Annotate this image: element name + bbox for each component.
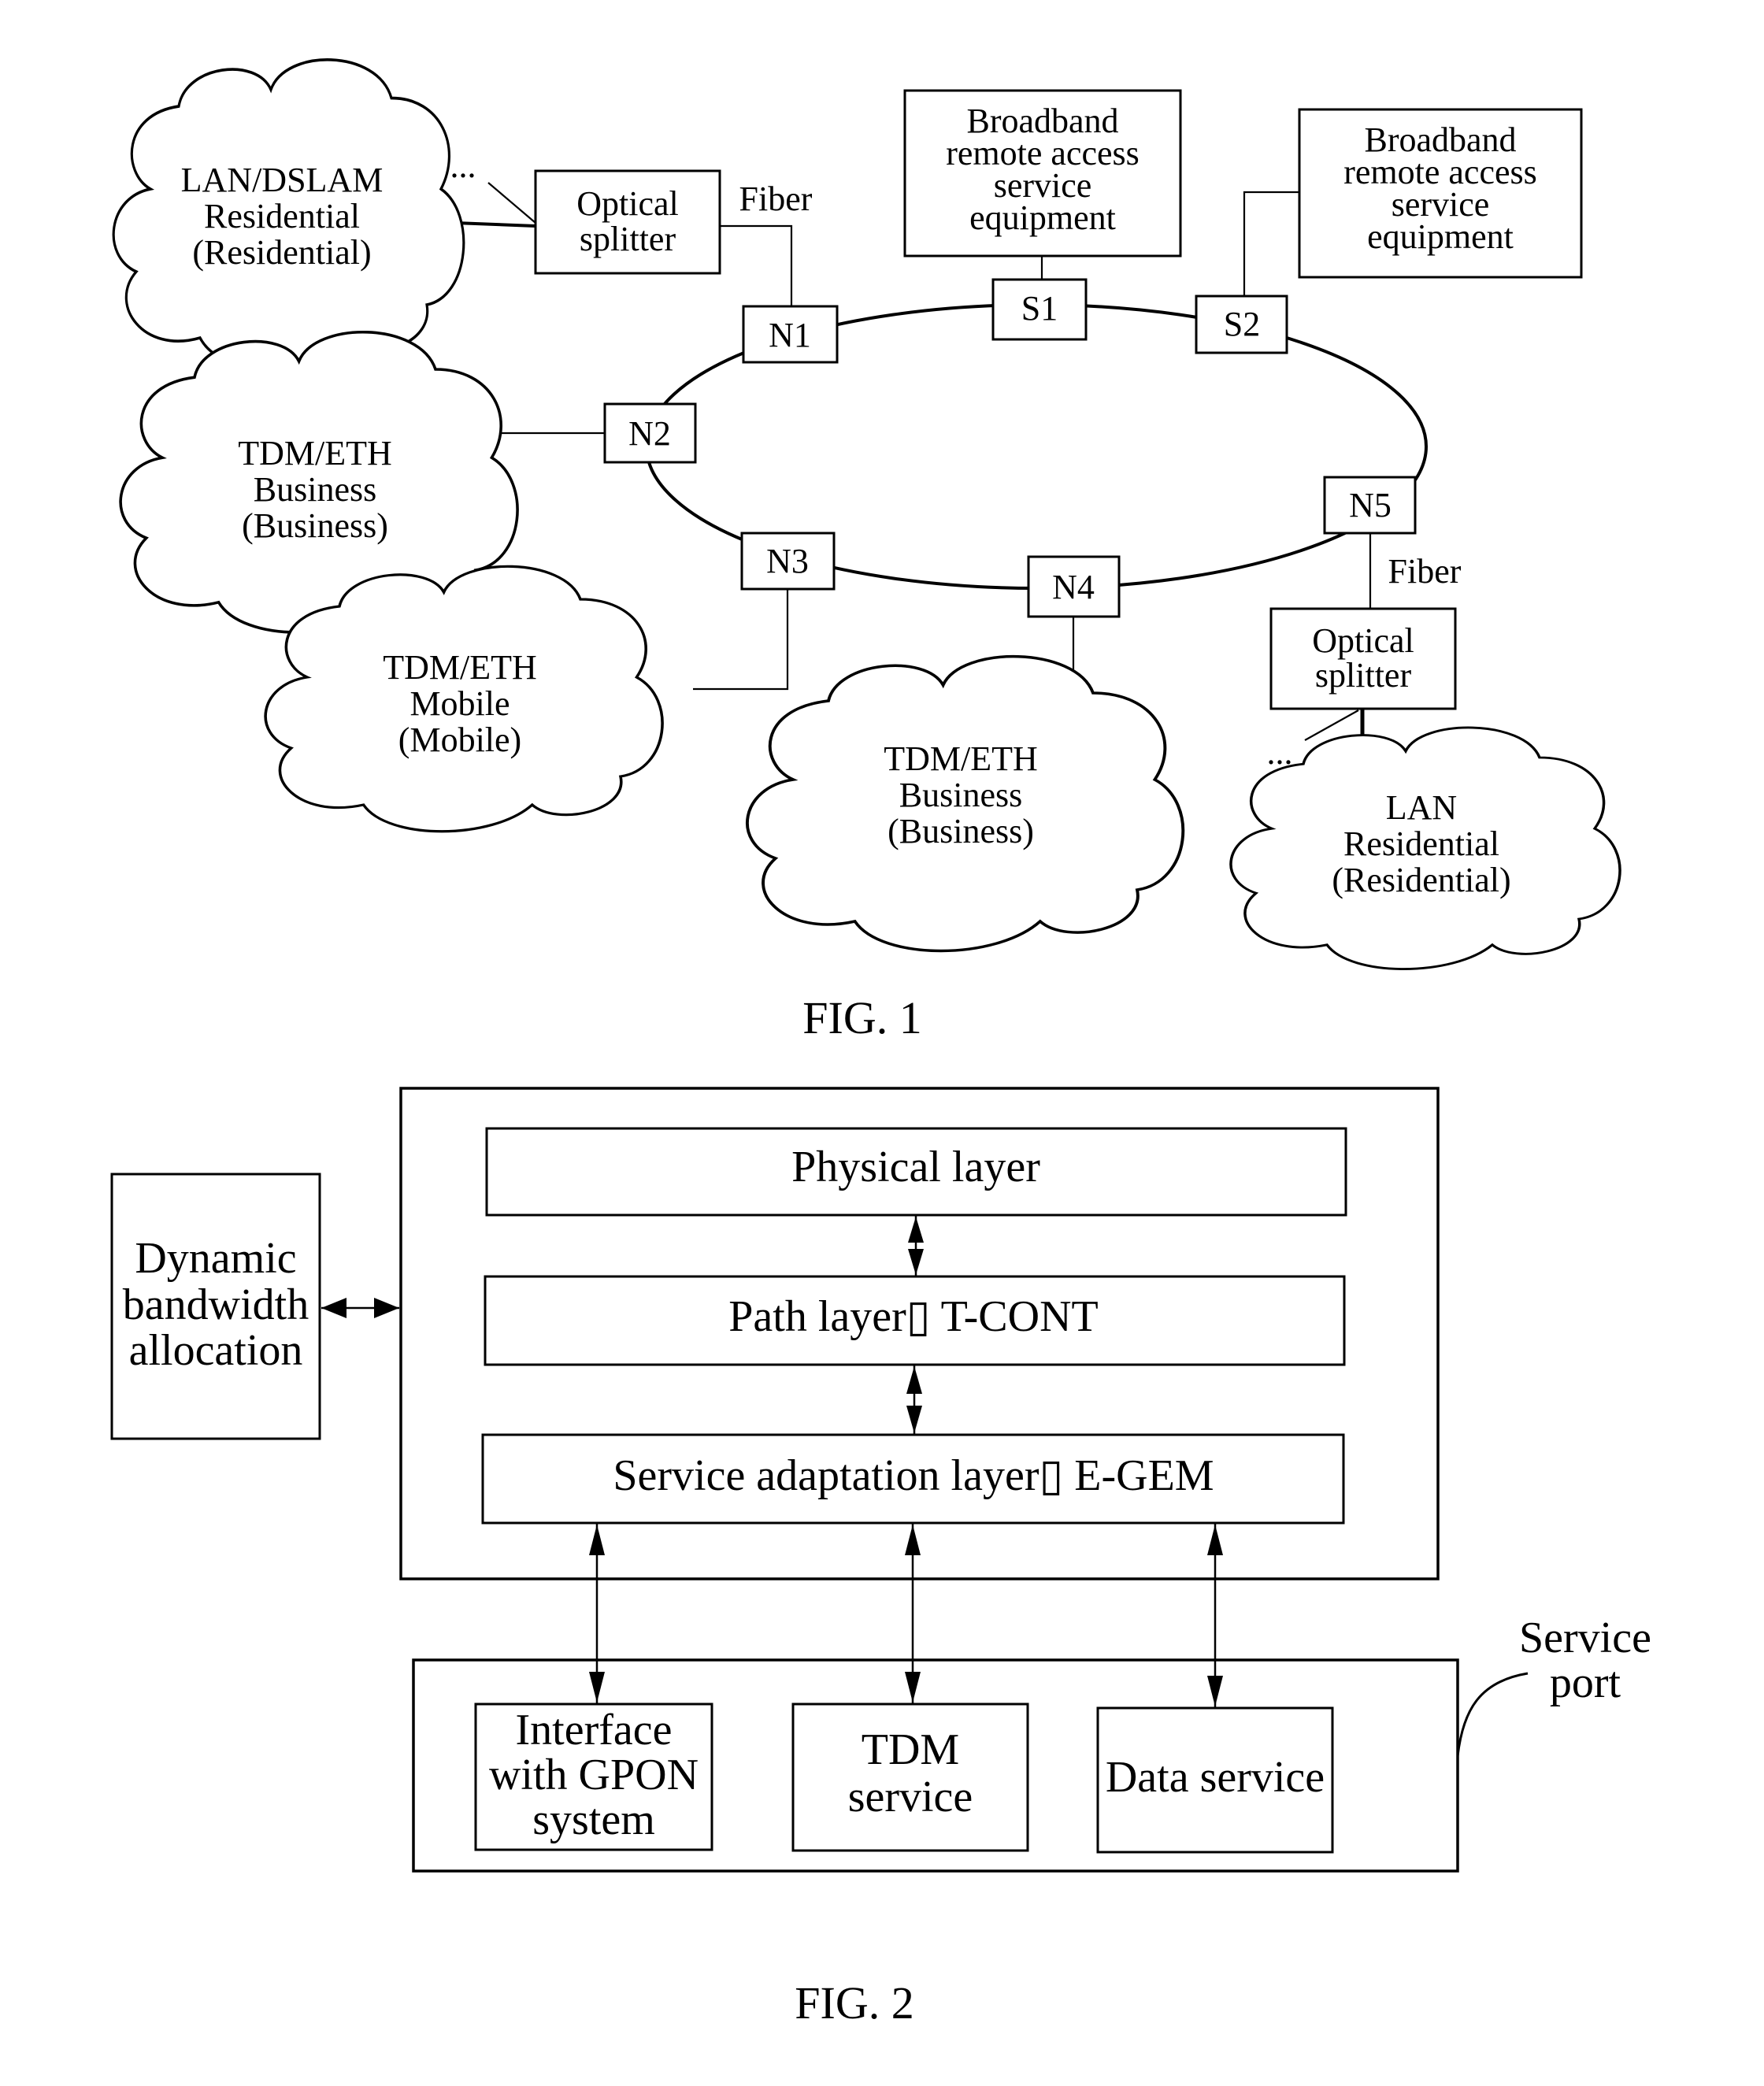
figure-1: LAN/DSLAM Residential (Residential) TDM/… [112, 58, 1621, 1043]
cloud-mobile-line3: (Mobile) [398, 721, 521, 759]
service-gpon-line3: system [532, 1795, 655, 1844]
node-n3: N3 [740, 532, 836, 591]
layer-path: Path layer▯ T-CONT [484, 1275, 1346, 1366]
cloud-lan-dslam-line2: Residential [204, 197, 360, 235]
cloud-business-1-line1: TDM/ETH [238, 434, 392, 472]
layer-physical: Physical layer [485, 1127, 1347, 1217]
cloud-business-2-line3: (Business) [888, 812, 1034, 850]
optical-splitter-1: Optical splitter [534, 169, 721, 275]
dynamic-bandwidth-allocation-box: Dynamic bandwidth allocation [110, 1173, 321, 1440]
node-s1: S1 [991, 278, 1088, 341]
service-interface-gpon: Interface with GPON system [474, 1703, 713, 1851]
node-n2: N2 [603, 402, 697, 464]
optical-splitter-2: Optical splitter [1269, 607, 1457, 710]
layer-physical-label: Physical layer [791, 1143, 1040, 1191]
bras-1-line4: equipment [969, 198, 1116, 237]
arrow-adaptation-tdm [905, 1523, 921, 1704]
splitter-1-line2: splitter [580, 220, 676, 258]
cloud-business-1-line2: Business [254, 470, 376, 509]
service-gpon-line1: Interface [516, 1706, 673, 1754]
node-n2-label: N2 [628, 414, 671, 453]
bras-2-line4: equipment [1367, 217, 1514, 256]
layer-service-adaptation: Service adaptation layer▯ E-GEM [481, 1433, 1345, 1525]
service-tdm-line1: TDM [862, 1725, 959, 1774]
ellipsis-1: ... [450, 146, 476, 185]
cloud-business-2-line2: Business [899, 776, 1022, 814]
cloud-mobile-line1: TDM/ETH [383, 648, 537, 687]
splitter-2-line2: splitter [1315, 656, 1412, 695]
fig1-caption: FIG. 1 [802, 992, 921, 1043]
node-n4-label: N4 [1052, 568, 1095, 606]
service-data: Data service [1096, 1706, 1334, 1854]
splitter-1-line1: Optical [576, 184, 679, 223]
arrow-adaptation-gpon [589, 1523, 605, 1704]
node-n5-label: N5 [1349, 486, 1392, 524]
fiber-label-2: Fiber [1388, 552, 1462, 591]
cloud-lan-dslam-line1: LAN/DSLAM [181, 161, 384, 199]
node-n5: N5 [1323, 476, 1417, 535]
ellipsis-2: ... [1267, 733, 1293, 772]
service-gpon-line2: with GPON [489, 1751, 699, 1799]
arrow-adaptation-data [1207, 1523, 1223, 1708]
node-n4: N4 [1027, 555, 1121, 618]
fig2-caption: FIG. 2 [795, 1977, 914, 2029]
node-n1: N1 [742, 305, 839, 364]
splitter-2-line1: Optical [1312, 621, 1414, 660]
service-data-line1: Data service [1106, 1753, 1325, 1802]
patent-figure-sheet: LAN/DSLAM Residential (Residential) TDM/… [110, 58, 1651, 2029]
arrow-dba-stack [321, 1298, 399, 1318]
layer-path-label: Path layer▯ T-CONT [728, 1292, 1098, 1341]
service-tdm: TDM service [791, 1703, 1029, 1852]
service-port-label-line2: port [1550, 1658, 1621, 1707]
service-port-leader-line [1456, 1672, 1529, 1757]
cloud-lan-res-line3: (Residential) [1332, 861, 1510, 899]
cloud-lan-res-line1: LAN [1386, 788, 1457, 827]
cloud-business-1-line3: (Business) [242, 506, 388, 545]
node-n3-label: N3 [766, 542, 809, 580]
fiber-label-1: Fiber [739, 180, 813, 218]
figure-2: Physical layer Path layer▯ T-CONT Servic… [110, 1087, 1651, 2029]
cloud-business-2-line1: TDM/ETH [884, 739, 1038, 778]
node-s2: S2 [1195, 295, 1288, 354]
cloud-mobile-line2: Mobile [410, 684, 510, 723]
service-port-label-line1: Service [1519, 1614, 1651, 1662]
cloud-lan-res-line2: Residential [1343, 824, 1499, 863]
dba-line1: Dynamic [135, 1234, 296, 1283]
node-s1-label: S1 [1021, 289, 1058, 328]
layer-service-adaptation-label: Service adaptation layer▯ E-GEM [613, 1451, 1214, 1500]
node-s2-label: S2 [1224, 305, 1260, 343]
bras-equipment-1: Broadband remote access service equipmen… [903, 89, 1182, 258]
cloud-lan-dslam-line3: (Residential) [192, 233, 371, 272]
bras-equipment-2: Broadband remote access service equipmen… [1298, 108, 1583, 279]
node-n1-label: N1 [769, 316, 811, 354]
dba-line3: allocation [129, 1326, 303, 1375]
service-tdm-line2: service [848, 1773, 973, 1821]
dba-line2: bandwidth [123, 1280, 309, 1329]
